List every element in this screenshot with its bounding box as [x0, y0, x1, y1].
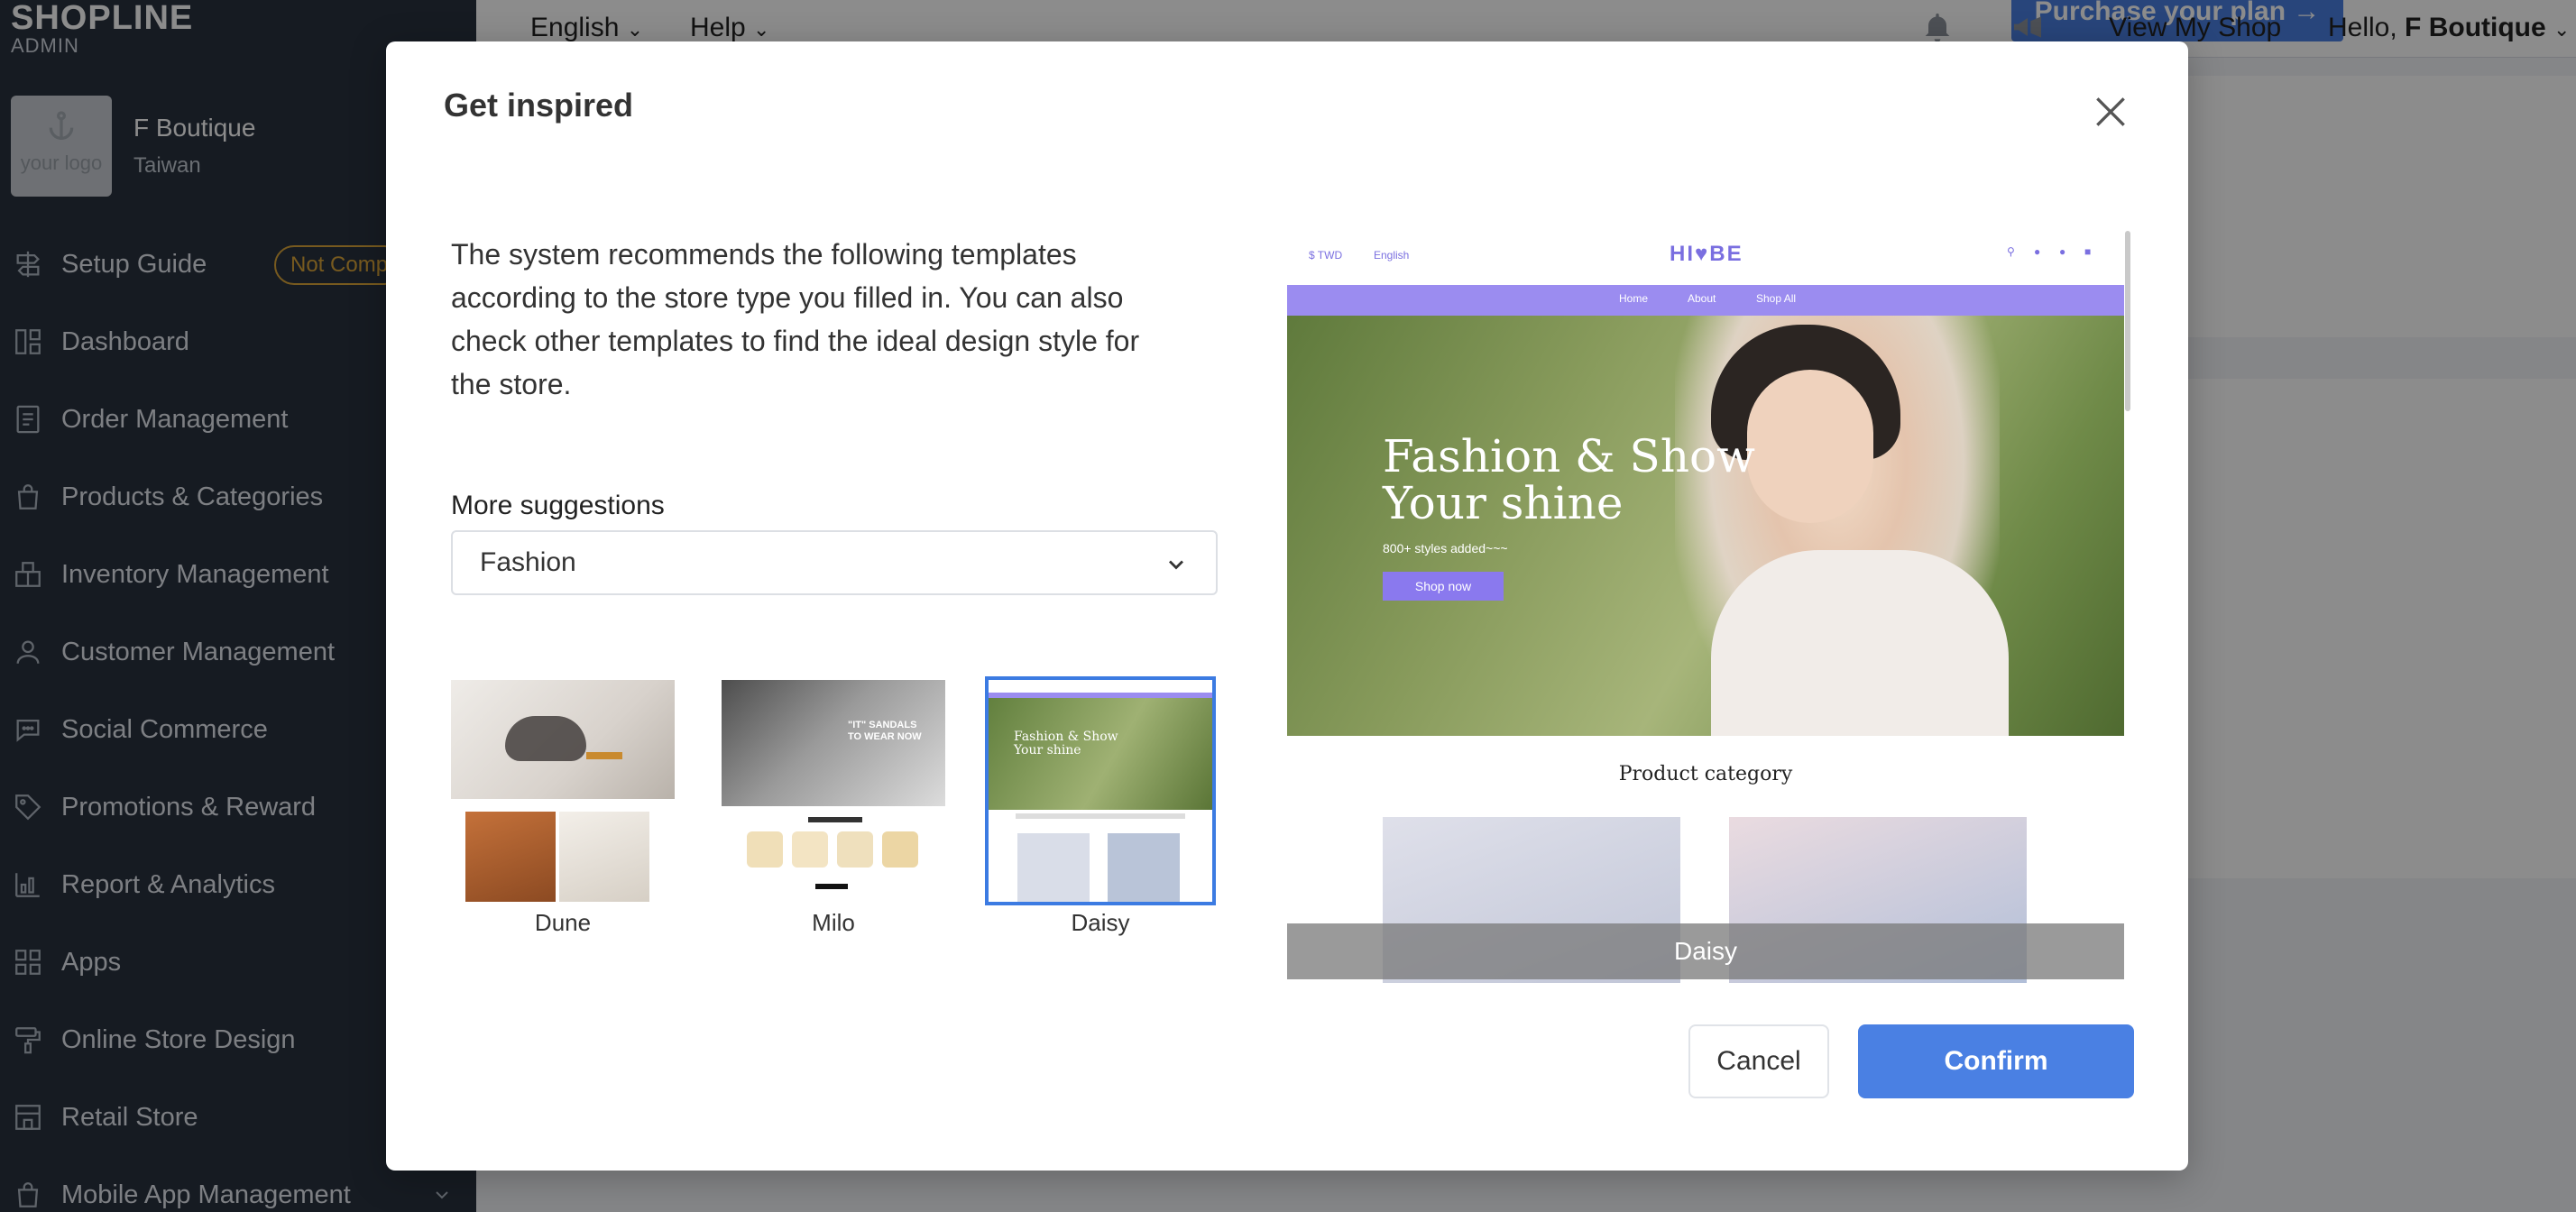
select-value: Fashion [480, 547, 576, 577]
dialog-title: Get inspired [444, 87, 634, 124]
preview-language: English [1374, 249, 1410, 262]
template-thumbnail: "IT" SANDALS TO WEAR NOW [718, 676, 949, 905]
confirm-button[interactable]: Confirm [1858, 1024, 2134, 1098]
user-icon: ● [2059, 245, 2066, 258]
preview-hero-image: Fashion & Show Your shine 800+ styles ad… [1287, 316, 2124, 736]
cart-icon: ■ [2084, 245, 2092, 258]
template-thumbnail: Fashion & Show Your shine [985, 676, 1216, 905]
store-type-select[interactable]: Fashion [451, 530, 1218, 595]
template-preview[interactable]: $ TWD English HI♥BE ⚲ ● ● ■ Home About S… [1287, 231, 2124, 983]
preview-menu: Home About Shop All [1287, 285, 2124, 316]
chevron-down-icon [1164, 552, 1189, 577]
preview-header: $ TWD English HI♥BE ⚲ ● ● ■ [1287, 231, 2124, 285]
preview-scrollbar[interactable] [2125, 231, 2130, 411]
preview-hero-line-1: Fashion & Show [1383, 430, 1755, 482]
template-thumbnail [447, 676, 678, 905]
preview-hero-line-2: Your shine [1383, 477, 1624, 529]
search-icon: ⚲ [2007, 245, 2015, 258]
cancel-button[interactable]: Cancel [1688, 1024, 1829, 1098]
preview-shop-now-button: Shop now [1383, 572, 1504, 601]
preview-category-title: Product category [1618, 763, 1793, 785]
template-card-dune[interactable]: Dune [447, 676, 678, 937]
preview-hero-subtitle: 800+ styles added~~~ [1383, 541, 1508, 556]
preview-logo: HI♥BE [1670, 242, 1743, 266]
dialog-description: The system recommends the following temp… [451, 238, 1140, 400]
preview-menu-item: Home [1619, 292, 1649, 305]
template-card-milo[interactable]: "IT" SANDALS TO WEAR NOW Milo [718, 676, 949, 937]
template-name: Dune [534, 909, 592, 936]
preview-hero-title: Fashion & Show Your shine [1383, 433, 1755, 527]
preview-caption: Daisy [1287, 923, 2124, 979]
get-inspired-dialog: Get inspired The system recommends the f… [386, 41, 2188, 1171]
close-icon[interactable] [2091, 92, 2130, 132]
template-card-daisy[interactable]: Fashion & Show Your shine Daisy [985, 676, 1216, 937]
chat-icon: ● [2034, 245, 2041, 258]
preview-menu-item: About [1688, 292, 1716, 305]
more-suggestions-label: More suggestions [451, 491, 665, 520]
template-name: Daisy [1071, 909, 1130, 936]
preview-menu-item: Shop All [1756, 292, 1797, 305]
template-name: Milo [812, 909, 855, 936]
preview-currency: $ TWD [1309, 249, 1343, 262]
